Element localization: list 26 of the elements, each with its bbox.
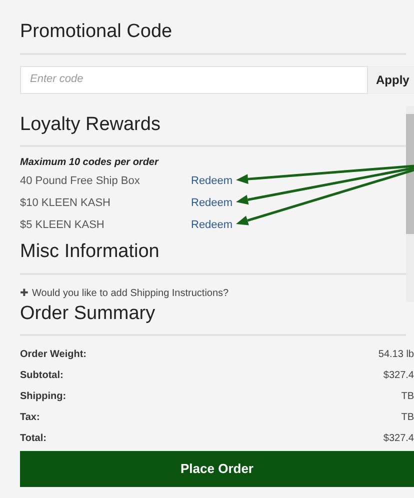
summary-label: Order Weight: <box>20 348 86 362</box>
summary-label: Shipping: <box>20 390 66 404</box>
code-input-field[interactable]: Enter code <box>20 66 368 94</box>
summary-label: Total: <box>20 432 46 446</box>
summary-label: Tax: <box>20 411 40 425</box>
section-heading: Loyalty Rewards <box>20 114 160 134</box>
max-codes-note: Maximum 10 codes per order <box>20 156 160 170</box>
redeem-link[interactable]: Redeem <box>191 194 233 212</box>
section-heading: Misc Information <box>20 241 160 262</box>
summary-label: Subtotal: <box>20 369 64 383</box>
plus-icon: ✚ <box>20 288 28 300</box>
summary-value: $327.4 <box>383 369 414 383</box>
redeem-link[interactable]: Redeem <box>191 172 233 190</box>
summary-value: 54.13 lb <box>378 348 414 362</box>
section-heading: Order Summary <box>20 302 156 324</box>
redeem-link[interactable]: Redeem <box>191 216 233 234</box>
summary-value: $327.4 <box>383 432 414 446</box>
reward-name: $10 KLEEN KASH <box>20 196 112 211</box>
summary-value: TB <box>401 390 414 404</box>
shipping-instructions-link[interactable]: Would you like to add Shipping Instructions? <box>32 288 229 300</box>
place-order-button[interactable]: Place Order <box>20 451 414 487</box>
reward-name: 40 Pound Free Ship Box <box>20 174 141 189</box>
apply-button[interactable]: Apply <box>368 66 414 94</box>
reward-name: $5 KLEEN KASH <box>20 218 106 233</box>
summary-value: TB <box>401 411 414 425</box>
section-heading: Promotional Code <box>20 21 172 42</box>
